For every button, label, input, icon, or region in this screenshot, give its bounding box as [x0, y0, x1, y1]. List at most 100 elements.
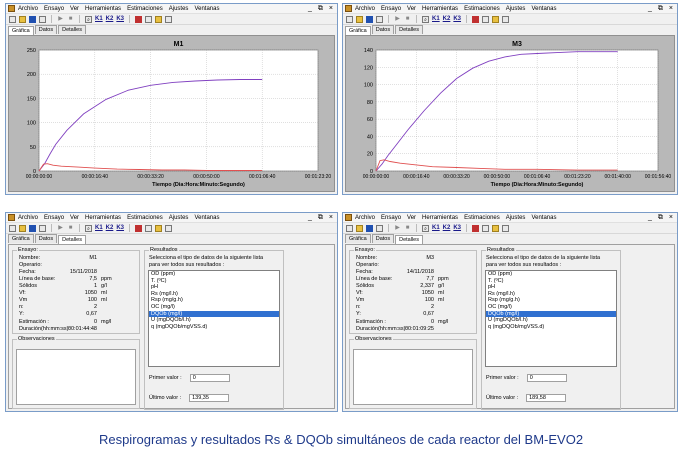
close-icon[interactable]: ×: [329, 5, 333, 13]
restore-icon[interactable]: ⧉: [658, 214, 663, 222]
restore-icon[interactable]: ⧉: [658, 5, 663, 13]
k3-button[interactable]: K3: [453, 225, 461, 232]
list-icon[interactable]: [472, 15, 480, 23]
list-icon[interactable]: [135, 224, 143, 232]
results-listbox[interactable]: OD (ppm) T. (ºC) pH Rs (mg/l.h) Rsp (mg/g.h)…: [485, 270, 617, 367]
menu-item-ajustes[interactable]: Ajustes: [506, 6, 526, 12]
menu-item-ventanas[interactable]: Ventanas: [194, 6, 219, 12]
menu-item-archivo[interactable]: Archivo: [18, 215, 38, 221]
new-icon[interactable]: [9, 224, 16, 232]
open-icon[interactable]: [19, 224, 26, 232]
image-icon[interactable]: [492, 15, 500, 23]
tab-detalles[interactable]: Detalles: [58, 235, 86, 244]
chart-icon[interactable]: [145, 15, 153, 23]
primer-valor-field[interactable]: 0: [526, 374, 567, 382]
close-icon[interactable]: ×: [669, 214, 673, 222]
results-list-item[interactable]: U (mgDQOb/l.h): [486, 317, 616, 324]
menu-item-archivo[interactable]: Archivo: [355, 215, 375, 221]
primer-valor-field[interactable]: 0: [189, 374, 230, 382]
picture-icon[interactable]: [502, 224, 510, 232]
results-list-item[interactable]: OC (mg/l): [486, 304, 616, 311]
minimize-icon[interactable]: _: [308, 5, 312, 13]
stop-icon[interactable]: ■: [404, 16, 411, 23]
picture-icon[interactable]: [165, 224, 173, 232]
image-icon[interactable]: [155, 15, 163, 23]
tab-detalles[interactable]: Detalles: [58, 25, 86, 34]
close-icon[interactable]: ×: [669, 5, 673, 13]
results-list-item[interactable]: pH: [486, 284, 616, 291]
close-icon[interactable]: ×: [329, 214, 333, 222]
play-icon[interactable]: ▶: [57, 225, 64, 232]
menu-item-ajustes[interactable]: Ajustes: [169, 6, 189, 12]
chart-icon[interactable]: [482, 15, 490, 23]
k3-button[interactable]: K3: [116, 225, 124, 232]
new-icon[interactable]: [346, 224, 353, 232]
observaciones-textarea[interactable]: [16, 349, 136, 405]
menu-item-herramientas[interactable]: Herramientas: [85, 6, 121, 12]
tools-icon[interactable]: [376, 15, 383, 23]
observaciones-textarea[interactable]: [353, 349, 473, 405]
save-icon[interactable]: [366, 224, 373, 232]
minimize-icon[interactable]: _: [648, 5, 652, 13]
tools-icon[interactable]: [39, 15, 46, 23]
picture-icon[interactable]: [502, 15, 510, 23]
zoom-icon[interactable]: ⌕: [422, 15, 429, 23]
picture-icon[interactable]: [165, 15, 173, 23]
menu-item-estimaciones[interactable]: Estimaciones: [464, 215, 500, 221]
results-listbox[interactable]: OD (ppm) T. (ºC) pH Rs (mg/l.h) Rsp (mg/g.h)…: [148, 270, 280, 367]
menu-item-ventanas[interactable]: Ventanas: [531, 6, 556, 12]
results-list-item[interactable]: DQOb (mg/l): [149, 310, 279, 318]
tools-icon[interactable]: [376, 224, 383, 232]
menu-item-ajustes[interactable]: Ajustes: [506, 215, 526, 221]
play-icon[interactable]: ▶: [394, 16, 401, 23]
menu-item-herramientas[interactable]: Herramientas: [85, 215, 121, 221]
play-icon[interactable]: ▶: [394, 225, 401, 232]
tab-grafica[interactable]: Gráfica: [345, 26, 371, 35]
tab-detalles[interactable]: Detalles: [395, 25, 423, 34]
menu-item-estimaciones[interactable]: Estimaciones: [127, 215, 163, 221]
tab-detalles[interactable]: Detalles: [395, 235, 423, 244]
tab-datos[interactable]: Datos: [371, 25, 395, 34]
menu-item-herramientas[interactable]: Herramientas: [422, 215, 458, 221]
menu-item-ensayo[interactable]: Ensayo: [44, 6, 64, 12]
results-list-item[interactable]: q (mgDQOb/mgVSS.d): [486, 324, 616, 331]
restore-icon[interactable]: ⧉: [318, 214, 323, 222]
zoom-icon[interactable]: ⌕: [85, 15, 92, 23]
save-icon[interactable]: [29, 15, 36, 23]
tab-datos[interactable]: Datos: [34, 234, 58, 243]
k2-button[interactable]: K2: [443, 16, 451, 23]
k1-button[interactable]: K1: [432, 16, 440, 23]
menu-item-ver[interactable]: Ver: [407, 6, 416, 12]
image-icon[interactable]: [492, 224, 500, 232]
k2-button[interactable]: K2: [106, 16, 114, 23]
results-list-item[interactable]: OD (ppm): [486, 271, 616, 278]
k3-button[interactable]: K3: [116, 16, 124, 23]
k2-button[interactable]: K2: [443, 225, 451, 232]
menu-item-archivo[interactable]: Archivo: [355, 6, 375, 12]
k2-button[interactable]: K2: [106, 225, 114, 232]
menu-item-ventanas[interactable]: Ventanas: [531, 215, 556, 221]
new-icon[interactable]: [9, 15, 16, 23]
stop-icon[interactable]: ■: [67, 225, 74, 232]
ultimo-valor-field[interactable]: 189,58: [526, 394, 567, 402]
menu-item-ver[interactable]: Ver: [70, 215, 79, 221]
k1-button[interactable]: K1: [432, 225, 440, 232]
open-icon[interactable]: [356, 224, 363, 232]
k1-button[interactable]: K1: [95, 225, 103, 232]
stop-icon[interactable]: ■: [404, 225, 411, 232]
new-icon[interactable]: [346, 15, 353, 23]
results-list-item[interactable]: T. (ºC): [486, 278, 616, 285]
results-list-item[interactable]: U (mgDQOb/l.h): [149, 317, 279, 324]
tab-grafica[interactable]: Gráfica: [8, 26, 34, 35]
results-list-item[interactable]: Rs (mg/l.h): [486, 291, 616, 298]
results-list-item[interactable]: Rsp (mg/g.h): [149, 297, 279, 304]
k3-button[interactable]: K3: [453, 16, 461, 23]
menu-item-ver[interactable]: Ver: [407, 215, 416, 221]
k1-button[interactable]: K1: [95, 16, 103, 23]
tab-datos[interactable]: Datos: [371, 234, 395, 243]
zoom-icon[interactable]: ⌕: [85, 224, 92, 232]
results-list-item[interactable]: OD (ppm): [149, 271, 279, 278]
results-list-item[interactable]: Rs (mg/l.h): [149, 291, 279, 298]
results-list-item[interactable]: pH: [149, 284, 279, 291]
image-icon[interactable]: [155, 224, 163, 232]
